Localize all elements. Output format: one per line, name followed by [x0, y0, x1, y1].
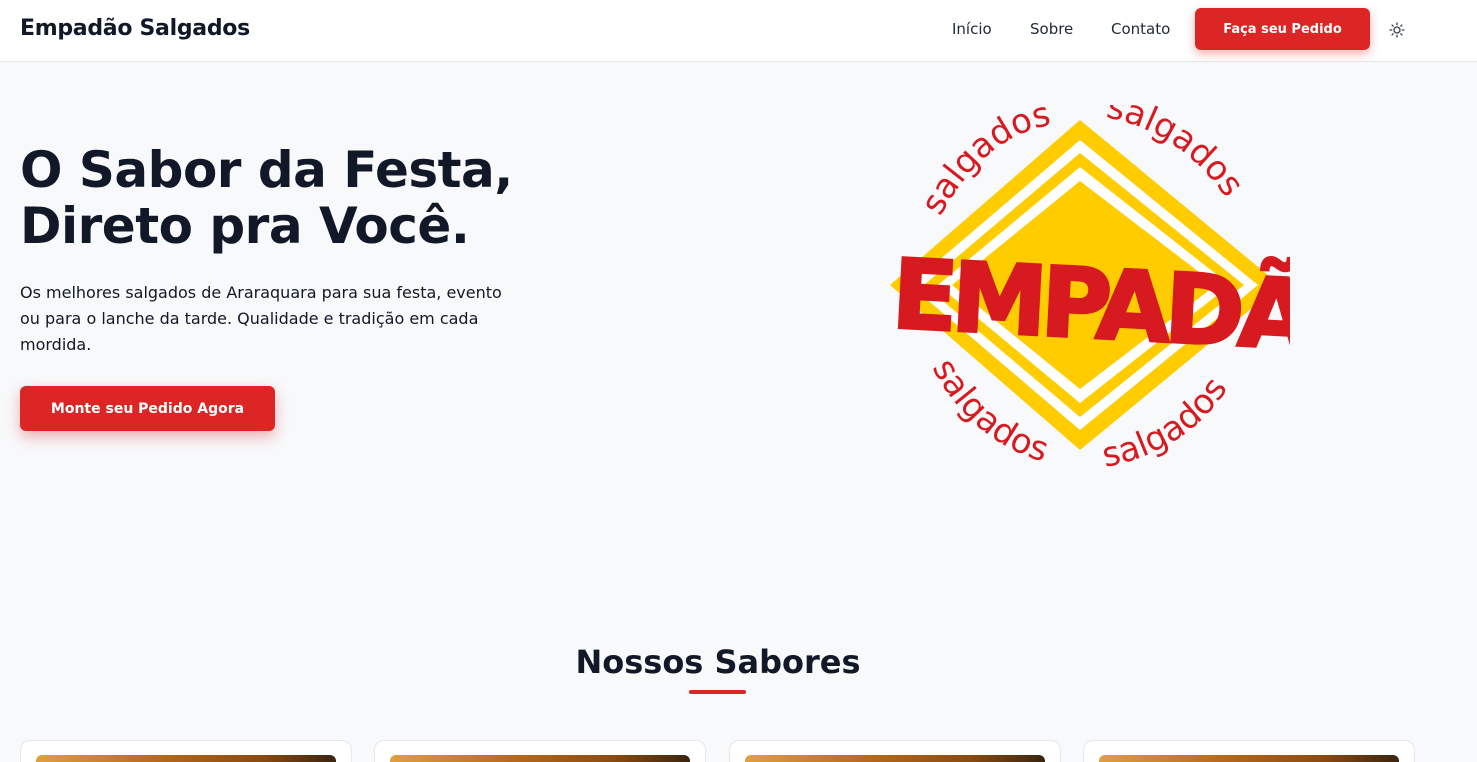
logo-wordmark: EMPADÃO — [889, 237, 1290, 376]
section-title-underline — [689, 690, 746, 694]
order-button[interactable]: Faça seu Pedido — [1195, 8, 1370, 50]
product-card[interactable] — [729, 740, 1061, 762]
product-image — [1099, 755, 1399, 762]
empadao-logo-graphic: salgados salgados salgados salgados EMPA… — [888, 87, 1388, 476]
hero-title-line2: Direto pra Você. — [20, 197, 470, 255]
nav-link-inicio[interactable]: Início — [952, 20, 992, 38]
product-image — [36, 755, 336, 762]
navbar: Empadão Salgados Início Sobre Contato Fa… — [0, 0, 1477, 62]
sun-icon — [1389, 22, 1405, 38]
product-image — [390, 755, 690, 762]
hero-title-line1: O Sabor da Festa, — [20, 141, 513, 199]
build-order-button[interactable]: Monte seu Pedido Agora — [20, 386, 275, 431]
theme-toggle-button[interactable] — [1386, 19, 1408, 41]
nav-link-sobre[interactable]: Sobre — [1030, 20, 1073, 38]
nav-link-contato[interactable]: Contato — [1111, 20, 1170, 38]
section-title-sabores: Nossos Sabores — [575, 643, 861, 681]
product-card[interactable] — [20, 740, 352, 762]
hero-title: O Sabor da Festa, Direto pra Você. — [20, 142, 580, 254]
product-image — [745, 755, 1045, 762]
product-card[interactable] — [1083, 740, 1415, 762]
hero-description: Os melhores salgados de Araraquara para … — [20, 283, 502, 354]
empadao-logo: salgados salgados salgados salgados EMPA… — [880, 87, 1388, 476]
product-card[interactable] — [374, 740, 706, 762]
brand-logo-text[interactable]: Empadão Salgados — [20, 16, 250, 41]
